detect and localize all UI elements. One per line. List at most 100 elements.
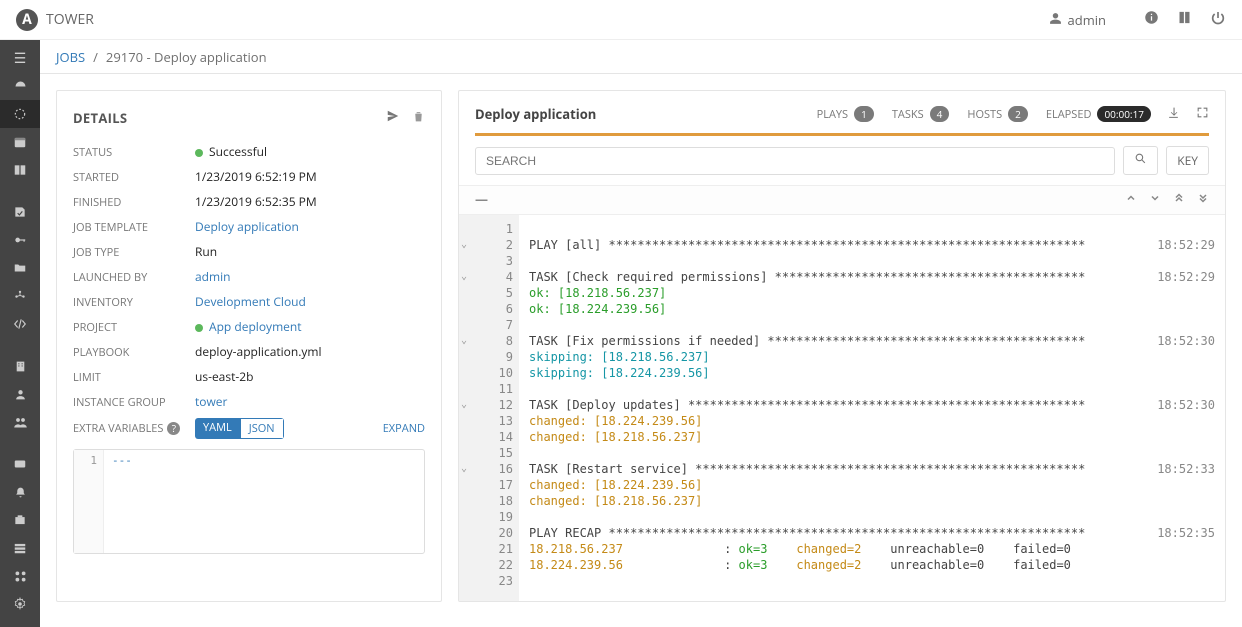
output-line[interactable]: changed: [18.224.239.56] [529, 477, 1215, 493]
double-chevron-down-icon[interactable] [1197, 190, 1209, 208]
output-line[interactable] [529, 573, 1215, 589]
launchedby-link[interactable]: admin [195, 268, 231, 285]
expand-link[interactable]: EXPAND [383, 421, 425, 436]
timestamp: 18:52:29 [1145, 269, 1215, 285]
download-icon[interactable] [1167, 105, 1180, 123]
line-number: 4 [475, 269, 513, 285]
settings-icon[interactable] [0, 590, 40, 618]
caret-icon [459, 317, 469, 333]
line-number: 6 [475, 301, 513, 317]
yaml-toggle[interactable]: YAML [195, 418, 240, 439]
output-line[interactable]: PLAY RECAP *****************************… [529, 525, 1215, 541]
output-line[interactable]: 18.224.239.56 : ok=3 changed=2 unreachab… [529, 557, 1215, 573]
expand-icon[interactable] [1196, 105, 1209, 123]
extra-vars-editor[interactable]: 1 --- [73, 449, 425, 554]
output-line[interactable]: skipping: [18.224.239.56] [529, 365, 1215, 381]
inventory-link[interactable]: Development Cloud [195, 293, 306, 310]
breadcrumb-root[interactable]: JOBS [56, 48, 85, 66]
line-number: 19 [475, 509, 513, 525]
output-line[interactable] [529, 445, 1215, 461]
relaunch-icon[interactable] [386, 109, 400, 127]
output-line[interactable]: TASK [Deploy updates] ******************… [529, 397, 1215, 413]
started-value: 1/23/2019 6:52:19 PM [195, 168, 317, 185]
templates-icon[interactable] [0, 198, 40, 226]
scripts-icon[interactable] [0, 310, 40, 338]
output-line[interactable]: changed: [18.218.56.237] [529, 493, 1215, 509]
search-input[interactable] [475, 147, 1115, 175]
top-bar: A TOWER admin [0, 0, 1242, 40]
double-chevron-up-icon[interactable] [1173, 190, 1185, 208]
output-line[interactable] [529, 317, 1215, 333]
breadcrumb-sep: / [93, 48, 98, 66]
output-line[interactable]: TASK [Restart service] *****************… [529, 461, 1215, 477]
caret-icon [459, 445, 469, 461]
applications-icon[interactable] [0, 562, 40, 590]
portal-icon[interactable] [0, 156, 40, 184]
caret-icon [459, 285, 469, 301]
line-number: 14 [475, 429, 513, 445]
credentials-icon[interactable] [0, 226, 40, 254]
caret-icon[interactable]: ⌄ [459, 269, 469, 285]
output-line[interactable]: changed: [18.224.239.56] [529, 413, 1215, 429]
jobtemplate-link[interactable]: Deploy application [195, 218, 299, 235]
format-toggle: YAML JSON [195, 418, 284, 439]
caret-icon[interactable]: ⌄ [459, 397, 469, 413]
json-toggle[interactable]: JSON [240, 418, 284, 439]
line-number: 11 [475, 381, 513, 397]
collapse-all-icon[interactable]: — [475, 190, 488, 208]
details-panel: DETAILS STATUSSuccessful STARTED1/23/201… [56, 90, 442, 602]
chevron-down-icon[interactable] [1149, 190, 1161, 208]
output-line[interactable] [529, 381, 1215, 397]
info-icon[interactable] [1144, 10, 1159, 29]
caret-icon[interactable]: ⌄ [459, 237, 469, 253]
output-line[interactable] [529, 509, 1215, 525]
output-line[interactable]: 18.218.56.237 : ok=3 changed=2 unreachab… [529, 541, 1215, 557]
jobtype-value: Run [195, 243, 217, 260]
notifications-icon[interactable] [0, 478, 40, 506]
project-link[interactable]: App deployment [209, 318, 302, 335]
management-jobs-icon[interactable] [0, 506, 40, 534]
key-button[interactable]: KEY [1166, 146, 1209, 175]
jobs-icon[interactable] [0, 100, 40, 128]
breadcrumb: JOBS / 29170 - Deploy application [40, 40, 1242, 74]
help-icon[interactable]: ? [167, 422, 180, 435]
timestamp: 18:52:35 [1145, 525, 1215, 541]
output-line[interactable]: ok: [18.224.239.56] [529, 301, 1215, 317]
elapsed-value: 00:00:17 [1097, 106, 1151, 122]
caret-icon[interactable]: ⌄ [459, 333, 469, 349]
delete-icon[interactable] [412, 109, 425, 127]
caret-icon[interactable]: ⌄ [459, 461, 469, 477]
credential-types-icon[interactable] [0, 450, 40, 478]
output-line[interactable]: changed: [18.218.56.237] [529, 429, 1215, 445]
chevron-up-icon[interactable] [1125, 190, 1137, 208]
menu-icon[interactable]: ☰ [0, 44, 40, 72]
book-icon[interactable] [1177, 10, 1192, 29]
schedules-icon[interactable] [0, 128, 40, 156]
projects-icon[interactable] [0, 254, 40, 282]
jobtemplate-label: JOB TEMPLATE [73, 220, 195, 235]
caret-icon [459, 221, 469, 237]
instancegroup-link[interactable]: tower [195, 393, 227, 410]
output-line[interactable]: PLAY [all] *****************************… [529, 237, 1215, 253]
output-line[interactable] [529, 221, 1215, 237]
instance-groups-icon[interactable] [0, 534, 40, 562]
search-button[interactable] [1123, 146, 1158, 175]
output-line[interactable]: ok: [18.218.56.237] [529, 285, 1215, 301]
dashboard-icon[interactable] [0, 72, 40, 100]
output-line[interactable]: TASK [Check required permissions] ******… [529, 269, 1215, 285]
caret-icon [459, 557, 469, 573]
inventories-icon[interactable] [0, 282, 40, 310]
caret-icon [459, 365, 469, 381]
user-menu[interactable]: admin [1049, 11, 1106, 29]
output-line[interactable]: TASK [Fix permissions if needed] *******… [529, 333, 1215, 349]
caret-icon [459, 429, 469, 445]
status-dot-icon [195, 149, 203, 157]
output-line[interactable] [529, 253, 1215, 269]
teams-icon[interactable] [0, 408, 40, 436]
organizations-icon[interactable] [0, 352, 40, 380]
power-icon[interactable] [1210, 10, 1226, 30]
output-line[interactable]: skipping: [18.218.56.237] [529, 349, 1215, 365]
limit-label: LIMIT [73, 370, 195, 385]
instancegroup-label: INSTANCE GROUP [73, 395, 195, 410]
users-icon[interactable] [0, 380, 40, 408]
